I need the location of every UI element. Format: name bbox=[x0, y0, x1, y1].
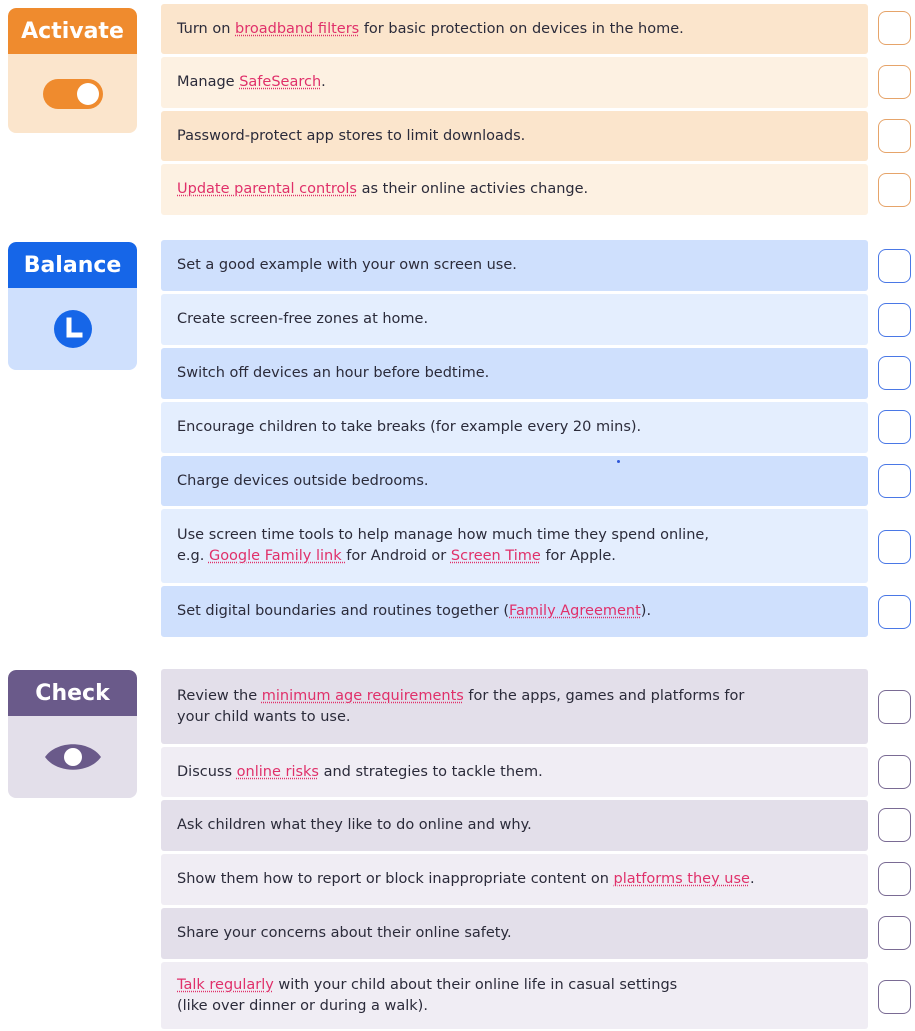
update-parental-controls-link[interactable]: Update parental controls bbox=[177, 181, 357, 197]
checklist-item: Update parental controls as their online… bbox=[161, 164, 868, 215]
checkbox[interactable] bbox=[878, 356, 911, 390]
item-text: Charge devices outside bedrooms. bbox=[177, 472, 429, 489]
checkbox[interactable] bbox=[878, 173, 911, 207]
item-text: Encourage children to take breaks (for e… bbox=[177, 419, 642, 435]
item-text: Share your concerns about their online s… bbox=[177, 925, 512, 941]
eye-icon bbox=[44, 744, 101, 770]
online-risks-link[interactable]: online risks bbox=[237, 764, 319, 780]
google-family-link-link[interactable]: Google Family link bbox=[209, 548, 346, 564]
checkbox[interactable] bbox=[878, 530, 911, 564]
checkbox[interactable] bbox=[878, 595, 911, 629]
check-badge-title: Check bbox=[8, 670, 137, 716]
clock-icon bbox=[53, 310, 92, 348]
checklist-item: Charge devices outside bedrooms. bbox=[161, 456, 868, 506]
toggle-switch-icon bbox=[42, 78, 103, 109]
checkbox[interactable] bbox=[878, 119, 911, 153]
item-text: Manage SafeSearch. bbox=[177, 74, 326, 90]
item-text: Update parental controls as their online… bbox=[177, 181, 589, 197]
check-badge: Check bbox=[8, 670, 137, 798]
activate-badge: Activate bbox=[8, 8, 137, 133]
checklist-item: Discuss online risks and strategies to t… bbox=[161, 747, 868, 797]
checkbox[interactable] bbox=[878, 808, 911, 842]
checklist-item: Manage SafeSearch. bbox=[161, 57, 868, 108]
safesearch-link[interactable]: SafeSearch bbox=[239, 74, 321, 90]
item-text: Set digital boundaries and routines toge… bbox=[177, 603, 652, 619]
check-badge-body bbox=[8, 716, 137, 798]
checklist-item: Review the minimum age requirements for … bbox=[161, 669, 868, 744]
checklist-item: Password-protect app stores to limit dow… bbox=[161, 111, 868, 161]
checkbox[interactable] bbox=[878, 916, 911, 950]
item-text: Set a good example with your own screen … bbox=[177, 257, 517, 273]
checkbox[interactable] bbox=[878, 690, 911, 724]
item-text: Create screen-free zones at home. bbox=[177, 311, 429, 327]
broadband-filters-link[interactable]: broadband filters bbox=[235, 21, 359, 37]
checklist-item: Set digital boundaries and routines toge… bbox=[161, 586, 868, 637]
checkbox[interactable] bbox=[878, 65, 911, 99]
balance-badge: Balance bbox=[8, 242, 137, 370]
checklist-item: Create screen-free zones at home. bbox=[161, 294, 868, 345]
checklist-item: Encourage children to take breaks (for e… bbox=[161, 402, 868, 453]
balance-badge-body bbox=[8, 288, 137, 370]
item-text: Discuss online risks and strategies to t… bbox=[177, 763, 543, 780]
checkbox[interactable] bbox=[878, 755, 911, 789]
activate-badge-body bbox=[8, 54, 137, 133]
minimum-age-requirements-link[interactable]: minimum age requirements bbox=[262, 688, 464, 704]
family-agreement-link[interactable]: Family Agreement bbox=[509, 603, 641, 619]
checklist-item: Show them how to report or block inappro… bbox=[161, 854, 868, 905]
checklist-item: Turn on broadband filters for basic prot… bbox=[161, 4, 868, 54]
item-text: Show them how to report or block inappro… bbox=[177, 871, 755, 887]
item-text: Switch off devices an hour before bedtim… bbox=[177, 365, 490, 381]
checkbox[interactable] bbox=[878, 303, 911, 337]
checklist-item: Talk regularly with your child about the… bbox=[161, 962, 868, 1029]
checklist-item: Set a good example with your own screen … bbox=[161, 240, 868, 291]
item-text: Turn on broadband filters for basic prot… bbox=[177, 20, 684, 37]
item-text: Ask children what they like to do online… bbox=[177, 817, 532, 833]
checkbox[interactable] bbox=[878, 249, 911, 283]
balance-badge-title: Balance bbox=[8, 242, 137, 288]
checklist-item: Switch off devices an hour before bedtim… bbox=[161, 348, 868, 399]
checkbox[interactable] bbox=[878, 980, 911, 1014]
checkbox[interactable] bbox=[878, 410, 911, 444]
item-text: Use screen time tools to help manage how… bbox=[177, 527, 709, 564]
item-text: Review the minimum age requirements for … bbox=[177, 687, 745, 725]
talk-regularly-link[interactable]: Talk regularly bbox=[177, 977, 274, 993]
checkbox[interactable] bbox=[878, 11, 911, 45]
checklist-item: Share your concerns about their online s… bbox=[161, 908, 868, 959]
checklist-item: Ask children what they like to do online… bbox=[161, 800, 868, 851]
screen-time-link[interactable]: Screen Time bbox=[451, 548, 541, 564]
checkbox[interactable] bbox=[878, 464, 911, 498]
item-text: Password-protect app stores to limit dow… bbox=[177, 127, 526, 144]
item-text: Talk regularly with your child about the… bbox=[177, 976, 678, 1014]
checklist-item: Use screen time tools to help manage how… bbox=[161, 509, 868, 583]
activate-badge-title: Activate bbox=[8, 8, 137, 54]
stray-dot bbox=[617, 460, 620, 463]
platforms-they-use-link[interactable]: platforms they use bbox=[614, 871, 750, 887]
checkbox[interactable] bbox=[878, 862, 911, 896]
